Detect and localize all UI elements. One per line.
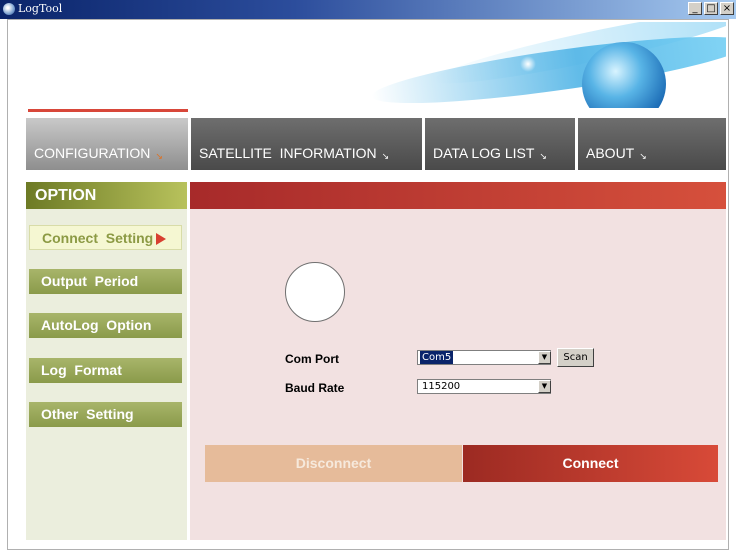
tab-configuration[interactable]: CONFIGURATION ↘	[26, 118, 188, 170]
baud-rate-value: 115200	[422, 381, 461, 392]
maximize-button[interactable]: □	[704, 2, 718, 15]
tab-satellite-information[interactable]: SATELLITE INFORMATION ↘	[191, 118, 422, 170]
sidebar-item-output-period[interactable]: Output Period	[29, 269, 182, 294]
panel-header-bar	[190, 182, 726, 209]
app-icon	[3, 3, 15, 15]
sidebar-item-label: Log Format	[41, 362, 122, 378]
tab-label: DATA LOG LIST	[433, 145, 535, 161]
tab-data-log-list[interactable]: DATA LOG LIST ↘	[425, 118, 575, 170]
com-port-select[interactable]: Com5 ▼	[417, 350, 551, 365]
tab-label: SATELLITE INFORMATION	[199, 145, 377, 161]
sidebar-item-label: Other Setting	[41, 406, 134, 422]
sidebar-item-log-format[interactable]: Log Format	[29, 358, 182, 383]
sidebar-item-connect-setting[interactable]: Connect Setting	[29, 225, 182, 250]
disconnect-button[interactable]: Disconnect	[205, 445, 462, 482]
connect-button[interactable]: Connect	[463, 445, 718, 482]
sidebar-item-other-setting[interactable]: Other Setting	[29, 402, 182, 427]
main-nav: CONFIGURATION ↘ SATELLITE INFORMATION ↘ DA…	[26, 118, 726, 170]
arrow-icon: ↘	[639, 151, 647, 161]
com-port-label: Com Port	[285, 352, 339, 366]
options-sidebar: OPTION Connect Setting Output Period Aut…	[26, 182, 187, 540]
window-controls: _ □ ×	[688, 2, 734, 15]
arrow-icon: ↘	[381, 151, 390, 161]
chevron-down-icon[interactable]: ▼	[538, 380, 551, 393]
sidebar-item-label: Output Period	[41, 273, 139, 289]
scan-button[interactable]: Scan	[557, 348, 594, 367]
close-button[interactable]: ×	[720, 2, 734, 15]
connection-status-indicator	[285, 262, 345, 322]
arrow-icon: ↘	[155, 151, 163, 161]
connect-setting-panel: Com Port Com5 ▼ Scan Baud Rate 115200 ▼ …	[190, 182, 726, 540]
tab-about[interactable]: ABOUT ↘	[578, 118, 726, 170]
sidebar-header: OPTION	[26, 182, 187, 209]
banner-glow	[520, 56, 536, 72]
arrow-icon: ↘	[539, 151, 547, 161]
sidebar-item-autolog-option[interactable]: AutoLog Option	[29, 313, 182, 338]
sidebar-item-label: AutoLog Option	[41, 317, 152, 333]
com-port-value: Com5	[420, 351, 454, 364]
sidebar-item-label: Connect Setting	[42, 230, 154, 246]
baud-rate-label: Baud Rate	[285, 381, 345, 395]
tab-label: ABOUT	[586, 145, 635, 161]
chevron-down-icon[interactable]: ▼	[538, 351, 551, 364]
minimize-button[interactable]: _	[688, 2, 702, 15]
title-bar: LogTool _ □ ×	[0, 0, 736, 19]
active-tab-indicator	[28, 109, 188, 112]
header-banner	[190, 22, 726, 108]
triangle-right-icon	[156, 233, 167, 246]
baud-rate-select[interactable]: 115200 ▼	[417, 379, 551, 394]
window-title: LogTool	[18, 2, 63, 15]
tab-label: CONFIGURATION	[34, 145, 151, 161]
